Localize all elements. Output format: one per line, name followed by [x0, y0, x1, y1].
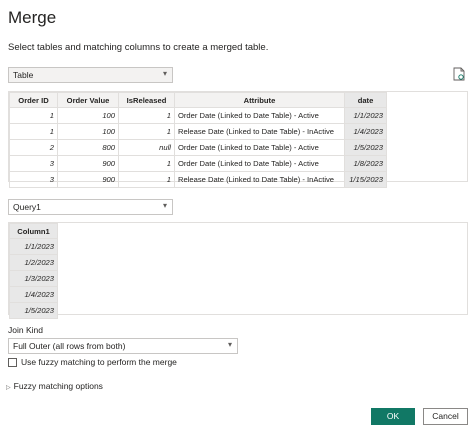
table-cell: 3 [9, 171, 58, 188]
table-cell: 1/4/2023 [9, 286, 58, 303]
fuzzy-matching-label[interactable]: Use fuzzy matching to perform the merge [21, 357, 177, 367]
table-row: 3 900 1 Release Date (Linked to Date Table)… [9, 171, 387, 188]
table-cell: 100 [57, 123, 119, 140]
table2-dropdown-value: Query1 [13, 202, 41, 212]
table-cell: 100 [57, 107, 119, 124]
table1-dropdown[interactable]: Table ▾ [8, 67, 173, 83]
fuzzy-matching-checkbox[interactable] [8, 358, 17, 367]
table-cell: 1 [118, 107, 175, 124]
table-cell: 1 [9, 123, 58, 140]
table-cell: 1/5/2023 [344, 139, 387, 156]
dialog-title: Merge [8, 8, 57, 27]
join-kind-label: Join Kind [8, 325, 43, 335]
table-row: 1 100 1 Order Date (Linked to Date Table) -… [9, 107, 387, 124]
file-refresh-icon[interactable] [453, 67, 465, 81]
table-row: 1/5/2023 [9, 302, 58, 319]
table1-header[interactable]: IsReleased [118, 92, 175, 108]
table-cell: Order Date (Linked to Date Table) - Acti… [174, 107, 345, 124]
table1-grid: Order ID Order Value IsReleased Attribut… [9, 92, 387, 188]
table2-header-selected[interactable]: Column1 [9, 223, 58, 239]
table-cell: 2 [9, 139, 58, 156]
table-cell: Order Date (Linked to Date Table) - Acti… [174, 139, 345, 156]
table1-header[interactable]: Attribute [174, 92, 345, 108]
ok-button[interactable]: OK [371, 408, 415, 425]
expand-triangle-icon: ▷ [6, 385, 11, 391]
chevron-down-icon: ▾ [162, 69, 167, 78]
table-row: 1/1/2023 [9, 238, 58, 255]
table-row: 2 800 null Order Date (Linked to Date Table… [9, 139, 387, 156]
table-cell: 1/1/2023 [9, 238, 58, 255]
fuzzy-options-label: Fuzzy matching options [13, 381, 103, 391]
table-cell: 900 [57, 171, 119, 188]
cancel-button[interactable]: Cancel [423, 408, 468, 425]
table-cell: 1/4/2023 [344, 123, 387, 140]
table-cell: Order Date (Linked to Date Table) - Acti… [174, 155, 345, 172]
chevron-down-icon: ▾ [162, 201, 167, 210]
table2-grid: Column1 1/1/2023 1/2/2023 1/3/2023 1/4/2023… [9, 223, 58, 319]
table-cell: 1 [118, 171, 175, 188]
table-row: 3 900 1 Order Date (Linked to Date Table) -… [9, 155, 387, 172]
table-row: 1/2/2023 [9, 254, 58, 271]
table-cell: Release Date (Linked to Date Table) - In… [174, 171, 345, 188]
table2-preview: Column1 1/1/2023 1/2/2023 1/3/2023 1/4/2023… [8, 222, 468, 319]
table1-dropdown-value: Table [13, 70, 34, 80]
table-row: 1 100 1 Release Date (Linked to Date Table)… [9, 123, 387, 140]
table-cell: Release Date (Linked to Date Table) - In… [174, 123, 345, 140]
table-row: 1/4/2023 [9, 286, 58, 303]
table-cell: 1/8/2023 [344, 155, 387, 172]
table1-preview: Order ID Order Value IsReleased Attribut… [8, 91, 468, 188]
join-kind-value: Full Outer (all rows from both) [13, 341, 126, 351]
table-cell: 1/3/2023 [9, 270, 58, 287]
table-cell: null [118, 139, 175, 156]
table-cell: 1/1/2023 [344, 107, 387, 124]
table-cell: 1/2/2023 [9, 254, 58, 271]
table-cell: 1/5/2023 [9, 302, 58, 319]
table-cell: 1 [118, 155, 175, 172]
table-cell: 1 [118, 123, 175, 140]
table-cell: 1 [9, 107, 58, 124]
table2-dropdown[interactable]: Query1 ▾ [8, 199, 173, 215]
fuzzy-options-toggle[interactable]: ▷ Fuzzy matching options [6, 381, 103, 391]
chevron-down-icon: ▾ [227, 340, 232, 349]
table1-header[interactable]: Order ID [9, 92, 58, 108]
dialog-subtitle: Select tables and matching columns to cr… [8, 42, 269, 53]
table-cell: 3 [9, 155, 58, 172]
table-row: 1/3/2023 [9, 270, 58, 287]
table1-header[interactable]: Order Value [57, 92, 119, 108]
join-kind-dropdown[interactable]: Full Outer (all rows from both) ▾ [8, 338, 238, 354]
table1-header-selected[interactable]: date [344, 92, 387, 108]
table-cell: 1/15/2023 [344, 171, 387, 188]
table-cell: 800 [57, 139, 119, 156]
table-cell: 900 [57, 155, 119, 172]
